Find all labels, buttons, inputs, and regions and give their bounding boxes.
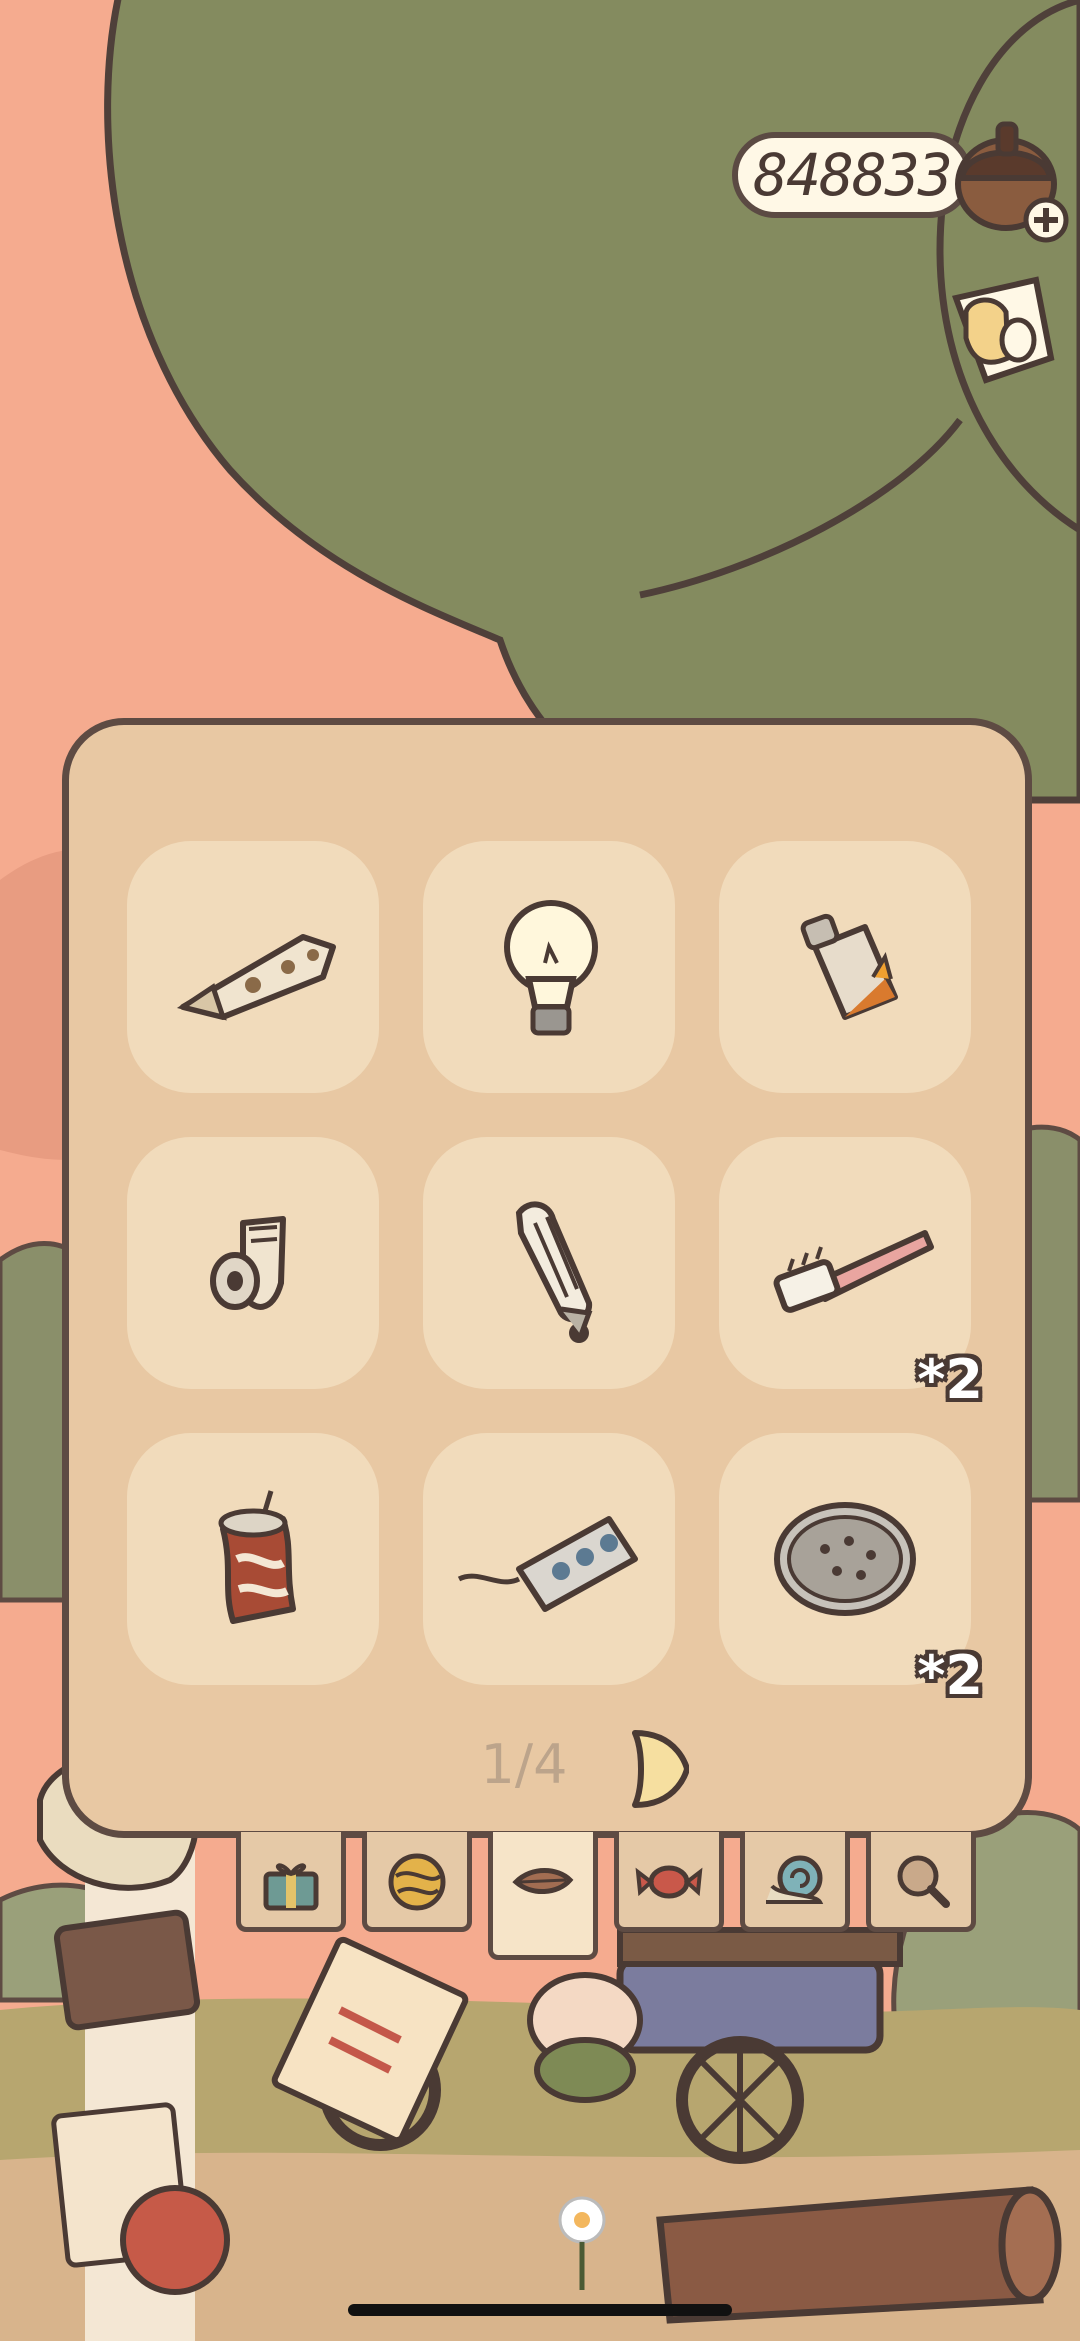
inventory-slot-8[interactable] [423, 1433, 675, 1685]
inventory-slot-3[interactable] [719, 841, 971, 1093]
tab-candy[interactable] [614, 1832, 724, 1932]
currency-counter: 848833 [732, 132, 972, 218]
item-quantity: *2 [917, 1644, 983, 1707]
inventory-slot-6[interactable]: *2 [719, 1137, 983, 1411]
candy-icon [635, 1865, 703, 1899]
cup-icon[interactable] [926, 268, 1066, 398]
inventory-panel: *2 *2 1/4 [62, 718, 1032, 1838]
tab-magnifier[interactable] [866, 1832, 976, 1932]
snail-icon [766, 1855, 824, 1904]
light-bulb-icon [504, 900, 598, 1036]
next-page-icon[interactable] [629, 1727, 689, 1811]
inventory-slot-7[interactable] [127, 1433, 379, 1685]
inventory-slot-4[interactable] [127, 1137, 379, 1389]
rusty-metal-plank-icon [176, 934, 336, 1021]
acorn-icon[interactable] [946, 114, 1076, 244]
inventory-slot-9[interactable]: *2 [719, 1433, 983, 1707]
drain-cover-icon [774, 1502, 916, 1616]
inventory-slot-5[interactable] [423, 1137, 675, 1389]
energy-saving-bulb-icon [515, 1201, 593, 1343]
tab-gift-box[interactable] [236, 1832, 346, 1932]
inventory-slot-2[interactable] [423, 841, 675, 1093]
gift-box-icon [263, 1863, 319, 1911]
power-strip-icon [457, 1516, 638, 1612]
spray-can-icon [800, 913, 898, 1020]
yarn-ball-icon [388, 1853, 446, 1911]
item-quantity: *2 [917, 1348, 983, 1411]
category-tabs [236, 1832, 982, 1960]
crushed-soda-can-icon [218, 1490, 296, 1624]
page-indicator: 1/4 [480, 1733, 568, 1796]
pagination: 1/4 [69, 1733, 1039, 1796]
tab-snail[interactable] [740, 1832, 850, 1932]
plus-icon[interactable] [1023, 197, 1069, 243]
inventory-slot-1[interactable] [127, 841, 379, 1093]
currency-amount: 848833 [753, 141, 953, 209]
leaf-icon [512, 1868, 574, 1895]
tab-yarn-ball[interactable] [362, 1832, 472, 1932]
tab-leaf[interactable] [488, 1832, 598, 1960]
toothbrush-icon [773, 1230, 934, 1313]
magnifier-icon [897, 1855, 950, 1908]
broken-faucet-icon [210, 1216, 286, 1310]
home-indicator[interactable] [348, 2304, 732, 2316]
